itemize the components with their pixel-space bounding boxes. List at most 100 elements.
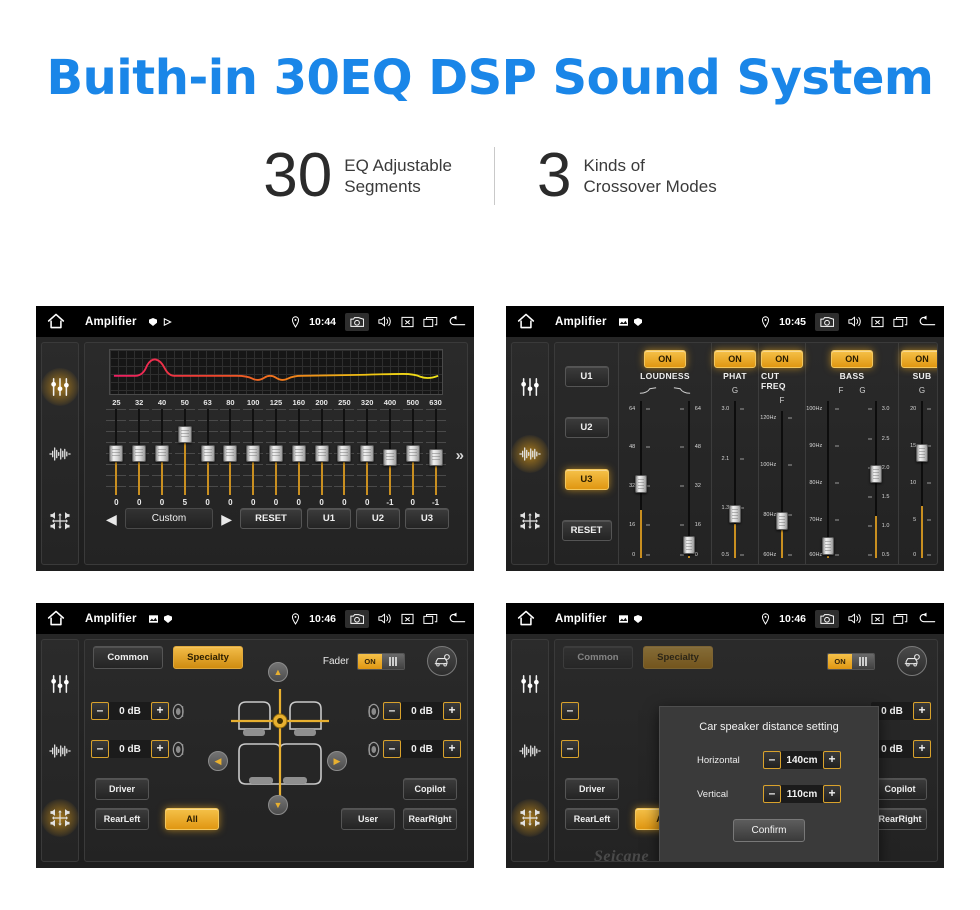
back-arrow-icon[interactable] <box>447 612 466 625</box>
eq-slider[interactable]: 0 <box>219 409 242 507</box>
eq-slider-knob[interactable] <box>360 445 375 462</box>
cut-freq-on-button[interactable]: ON <box>761 350 803 368</box>
reset-button[interactable]: RESET <box>561 519 612 541</box>
preset-next-button[interactable]: ▶ <box>218 512 235 526</box>
sidebar-item-balance[interactable] <box>41 798 79 837</box>
recents-icon[interactable] <box>423 613 438 625</box>
seat-button-rear-right[interactable]: RearRight <box>873 808 927 830</box>
increase-button[interactable]: + <box>151 740 169 758</box>
seat-button-all[interactable]: All <box>165 808 219 830</box>
eq-slider[interactable]: 0 <box>401 409 424 507</box>
eq-slider[interactable]: 0 <box>310 409 333 507</box>
seat-button-copilot[interactable]: Copilot <box>403 778 457 800</box>
user-preset-u3-button[interactable]: U3 <box>405 508 449 529</box>
volume-icon[interactable] <box>848 315 862 328</box>
eq-slider-knob[interactable] <box>246 445 261 462</box>
eq-slider-knob[interactable] <box>200 445 215 462</box>
tab-common[interactable]: Common <box>93 646 163 669</box>
eq-slider-knob[interactable] <box>268 445 283 462</box>
preset-name[interactable]: Custom <box>124 508 214 529</box>
car-settings-icon[interactable] <box>897 646 927 676</box>
home-icon[interactable] <box>46 312 68 332</box>
car-settings-icon[interactable] <box>427 646 457 676</box>
recents-icon[interactable] <box>893 613 908 625</box>
sidebar-item-equalizer[interactable] <box>517 671 543 697</box>
user-preset-u2-button[interactable]: U2 <box>356 508 400 529</box>
sidebar-item-balance[interactable] <box>511 798 549 837</box>
next-page-chevron-icon[interactable]: » <box>456 447 464 464</box>
user-preset-u2-button[interactable]: U2 <box>564 417 609 439</box>
camera-icon[interactable] <box>345 609 369 628</box>
sidebar-item-sound-effect[interactable] <box>47 441 73 467</box>
slider-knob[interactable] <box>822 537 834 556</box>
increase-button[interactable]: + <box>913 702 931 720</box>
eq-slider-knob[interactable] <box>223 445 238 462</box>
fader-toggle[interactable]: ON <box>827 653 875 670</box>
bass-on-button[interactable]: ON <box>831 350 873 368</box>
sidebar-item-balance[interactable] <box>517 508 543 534</box>
decrease-button[interactable]: – <box>383 740 401 758</box>
user-preset-u1-button[interactable]: U1 <box>307 508 351 529</box>
eq-slider[interactable]: 0 <box>356 409 379 507</box>
bass-gain-slider[interactable]: 3.0 2.5 2.0 1.5 1.0 0.5 <box>856 399 896 560</box>
seat-button-copilot[interactable]: Copilot <box>873 778 927 800</box>
eq-slider-knob[interactable] <box>337 445 352 462</box>
home-icon[interactable] <box>516 609 538 629</box>
loudness-on-button[interactable]: ON <box>644 350 686 368</box>
loudness-slider-2[interactable]: 64 48 32 16 0 <box>669 399 709 560</box>
increase-button[interactable]: + <box>913 740 931 758</box>
back-arrow-icon[interactable] <box>447 315 466 328</box>
eq-slider-knob[interactable] <box>154 445 169 462</box>
slider-knob[interactable] <box>776 511 788 530</box>
cut-freq-slider[interactable]: 120Hz 100Hz 80Hz 60Hz <box>760 409 802 560</box>
back-arrow-icon[interactable] <box>917 315 936 328</box>
eq-slider[interactable]: -1 <box>379 409 402 507</box>
back-arrow-icon[interactable] <box>917 612 936 625</box>
eq-slider-knob[interactable] <box>177 426 192 443</box>
fader-toggle[interactable]: ON <box>357 653 405 670</box>
sidebar-item-sound-effect[interactable] <box>511 434 549 473</box>
seat-button-rear-left[interactable]: RearLeft <box>95 808 149 830</box>
eq-slider-knob[interactable] <box>132 445 147 462</box>
close-box-icon[interactable] <box>401 316 414 328</box>
decrease-button[interactable]: – <box>561 702 579 720</box>
increase-button[interactable]: + <box>443 740 461 758</box>
eq-slider[interactable]: 0 <box>333 409 356 507</box>
slider-knob[interactable] <box>635 474 647 493</box>
decrease-button[interactable]: – <box>763 785 781 803</box>
camera-icon[interactable] <box>815 312 839 331</box>
volume-icon[interactable] <box>378 612 392 625</box>
sub-on-button[interactable]: ON <box>901 350 937 368</box>
volume-icon[interactable] <box>848 612 862 625</box>
eq-slider[interactable]: 0 <box>265 409 288 507</box>
increase-button[interactable]: + <box>823 785 841 803</box>
tab-common[interactable]: Common <box>563 646 633 669</box>
sidebar-item-sound-effect[interactable] <box>517 738 543 764</box>
phat-on-button[interactable]: ON <box>714 350 756 368</box>
eq-slider[interactable]: 0 <box>242 409 265 507</box>
left-arrow-icon[interactable]: ◀ <box>208 751 228 771</box>
user-preset-u3-button[interactable]: U3 <box>564 468 609 490</box>
home-icon[interactable] <box>46 609 68 629</box>
eq-slider-knob[interactable] <box>382 449 397 466</box>
sidebar-item-equalizer[interactable] <box>47 671 73 697</box>
user-preset-u1-button[interactable]: U1 <box>564 366 609 388</box>
slider-knob[interactable] <box>870 465 882 483</box>
increase-button[interactable]: + <box>151 702 169 720</box>
eq-slider[interactable]: -1 <box>424 409 447 507</box>
down-arrow-icon[interactable]: ▼ <box>268 795 288 815</box>
seat-button-rear-right[interactable]: RearRight <box>403 808 457 830</box>
camera-icon[interactable] <box>345 312 369 331</box>
up-arrow-icon[interactable]: ▲ <box>268 662 288 682</box>
eq-slider[interactable]: 0 <box>151 409 174 507</box>
confirm-button[interactable]: Confirm <box>733 819 805 842</box>
sub-gain-slider[interactable]: 20 15 10 5 0 <box>902 399 937 560</box>
eq-slider[interactable]: 5 <box>173 409 196 507</box>
close-box-icon[interactable] <box>401 613 414 625</box>
tab-specialty[interactable]: Specialty <box>643 646 713 669</box>
sidebar-item-balance[interactable] <box>47 508 73 534</box>
volume-icon[interactable] <box>378 315 392 328</box>
seat-button-driver[interactable]: Driver <box>565 778 619 800</box>
right-arrow-icon[interactable]: ▶ <box>327 751 347 771</box>
eq-slider-knob[interactable] <box>428 449 443 466</box>
